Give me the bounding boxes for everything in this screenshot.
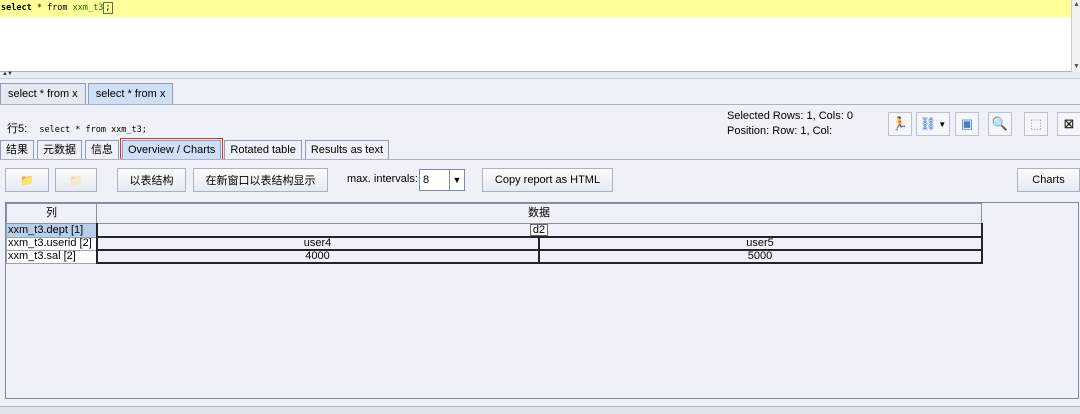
copy-report-html-button[interactable]: Copy report as HTML xyxy=(482,168,613,192)
scroll-up-icon[interactable]: ▲ xyxy=(1073,1,1080,8)
close-icon: ⊠ xyxy=(1063,116,1075,131)
position-text: Position: Row: 1, Col: xyxy=(727,125,833,137)
data-cell[interactable]: d2 xyxy=(95,223,983,238)
result-view-tabs: 结果 元数据 信息 Overview / Charts Rotated tabl… xyxy=(0,138,392,161)
chevron-down-icon: ▼ xyxy=(938,119,947,129)
editor-results-splitter[interactable]: ▲▼ xyxy=(0,71,1080,79)
table-row[interactable]: xxm_t3.sal [2] 4000 5000 xyxy=(6,249,983,264)
cell-value: 4000 xyxy=(305,250,330,262)
show-structure-new-window-button[interactable]: 在新窗口以表结构显示 xyxy=(193,168,328,192)
data-cell[interactable]: user5 xyxy=(537,236,983,251)
max-intervals-value: 8 xyxy=(423,174,430,186)
preview-button[interactable]: ▣ xyxy=(955,112,979,136)
sql-fragment: * from xyxy=(31,3,73,13)
column-header-col[interactable]: 列 xyxy=(6,203,97,224)
editor-current-line[interactable]: select * from xxm_t3; xyxy=(0,0,1072,17)
search-button[interactable]: 🔍 xyxy=(988,112,1012,136)
window-icon: ⬚ xyxy=(1029,116,1043,131)
column-header-data[interactable]: 数据 xyxy=(96,203,982,224)
close-result-button[interactable]: ⊠ xyxy=(1057,112,1080,136)
data-cell[interactable]: user4 xyxy=(95,236,540,251)
cell-value: user5 xyxy=(746,237,774,249)
row-key[interactable]: xxm_t3.dept [1] xyxy=(6,223,97,238)
line-label: 行5: xyxy=(7,123,28,135)
tab-results-as-text[interactable]: Results as text xyxy=(304,140,389,159)
folder-down-icon: 📁 xyxy=(69,174,83,187)
overview-table-area: 列 数据 xxm_t3.dept [1] d2 xxm_t3.userid [2… xyxy=(5,202,1079,399)
scroll-down-icon[interactable]: ▼ xyxy=(1073,63,1080,70)
sql-terminator: ; xyxy=(103,2,113,14)
sql-keyword: select xyxy=(1,3,32,13)
cell-value: 5000 xyxy=(747,250,773,262)
query-summary: 行5: select * from xxm_t3; xyxy=(7,120,147,136)
window-button[interactable]: ⬚ xyxy=(1024,112,1048,136)
run-button[interactable]: 🏃 xyxy=(888,112,912,136)
selection-stats: Selected Rows: 1, Cols: 0 Position: Row:… xyxy=(727,109,853,139)
running-man-icon: 🏃 xyxy=(891,116,909,131)
tab-info[interactable]: 信息 xyxy=(85,140,119,159)
row-key[interactable]: xxm_t3.userid [2] xyxy=(6,236,97,251)
overview-table: 列 数据 xxm_t3.dept [1] d2 xxm_t3.userid [2… xyxy=(6,203,983,264)
magnifier-icon: 🔍 xyxy=(991,116,1009,131)
tab-results[interactable]: 结果 xyxy=(0,140,34,159)
table-row[interactable]: xxm_t3.dept [1] d2 xyxy=(6,223,983,238)
overview-panel: 📁 📁 以表结构 在新窗口以表结构显示 max. intervals: 8 ▼ … xyxy=(0,159,1080,414)
max-intervals-label: max. intervals: xyxy=(347,173,418,185)
data-cell[interactable]: 4000 xyxy=(95,249,540,264)
data-cell[interactable]: 5000 xyxy=(537,249,983,264)
query-info-bar: 行5: select * from xxm_t3; Selected Rows:… xyxy=(0,104,1080,138)
editor-scrollbar[interactable]: ▲ ▼ xyxy=(1071,0,1080,72)
level-down-button[interactable]: 📁 xyxy=(55,168,97,192)
tab-overview-charts[interactable]: Overview / Charts xyxy=(119,138,224,161)
result-tabs: select * from x select * from x xyxy=(0,82,175,104)
binoculars-icon: ⛓ xyxy=(919,116,937,131)
tab-metadata[interactable]: 元数据 xyxy=(37,140,82,159)
cell-value: d2 xyxy=(529,224,549,236)
sql-editor[interactable]: select * from xxm_t3; ▲ ▼ xyxy=(0,0,1080,72)
cell-value: user4 xyxy=(303,237,332,249)
selected-rows-text: Selected Rows: 1, Cols: 0 xyxy=(727,110,853,122)
folder-up-icon: 📁 xyxy=(20,174,34,187)
document-preview-icon: ▣ xyxy=(960,116,974,131)
max-intervals-select[interactable]: 8 ▼ xyxy=(419,169,465,191)
row-key[interactable]: xxm_t3.sal [2] xyxy=(6,249,97,264)
status-bar xyxy=(0,406,1080,414)
charts-button[interactable]: Charts xyxy=(1017,168,1080,192)
table-row[interactable]: xxm_t3.userid [2] user4 user5 xyxy=(6,236,983,251)
show-structure-button[interactable]: 以表结构 xyxy=(117,168,186,192)
sql-table-name: xxm_t3 xyxy=(72,3,104,13)
tab-rotated-table[interactable]: Rotated table xyxy=(224,140,302,159)
result-tab-1[interactable]: select * from x xyxy=(0,83,86,104)
chevron-down-icon[interactable]: ▼ xyxy=(449,170,464,190)
tools-dropdown-button[interactable]: ⛓ ▼ xyxy=(916,112,950,136)
splitter-arrows-icon[interactable]: ▲▼ xyxy=(2,71,13,77)
query-text: select * from xxm_t3; xyxy=(39,125,147,135)
result-tab-2[interactable]: select * from x xyxy=(87,83,174,104)
level-up-button[interactable]: 📁 xyxy=(5,168,49,192)
